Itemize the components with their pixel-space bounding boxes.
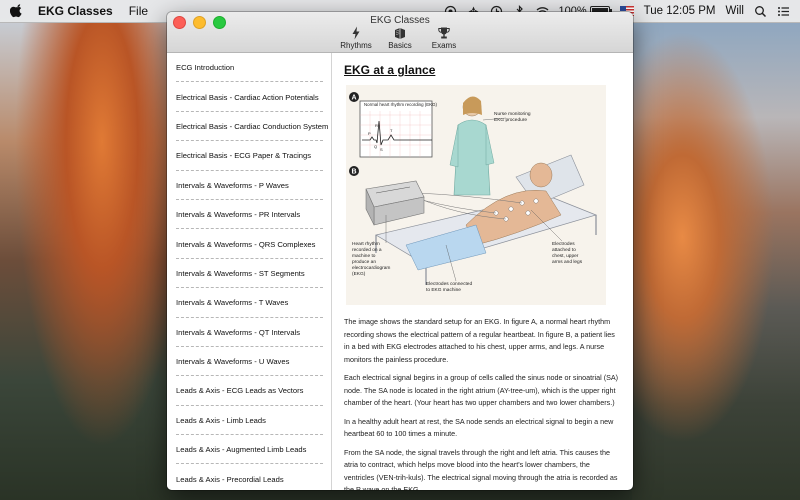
list-item-label: Intervals & Waveforms - QT Intervals bbox=[176, 327, 301, 337]
body-paragraph: Each electrical signal begins in a group… bbox=[344, 373, 619, 407]
menubar-app-name[interactable]: EKG Classes bbox=[38, 4, 113, 18]
list-item[interactable]: Leads & Axis - Precordial Leads bbox=[167, 464, 331, 490]
list-item[interactable]: Intervals & Waveforms - ST Segments bbox=[167, 259, 331, 289]
list-item-label: Electrical Basis - Cardiac Conduction Sy… bbox=[176, 121, 329, 131]
lesson-content[interactable]: EKG at a glance A Normal heart rhythm re… bbox=[332, 53, 633, 490]
list-item-label: Intervals & Waveforms - QRS Complexes bbox=[176, 239, 316, 249]
lightning-icon bbox=[352, 26, 360, 40]
list-item[interactable]: Leads & Axis - ECG Leads as Vectors bbox=[167, 376, 331, 407]
lesson-heading: EKG at a glance bbox=[344, 63, 436, 77]
list-item-label: Intervals & Waveforms - U Waves bbox=[176, 357, 290, 367]
spotlight-search-icon[interactable] bbox=[754, 5, 767, 18]
list-item-label: Intervals & Waveforms - T Waves bbox=[176, 298, 289, 308]
toolbar-exams-button[interactable]: Exams bbox=[428, 26, 460, 50]
list-item-label: Leads & Axis - ECG Leads as Vectors bbox=[176, 386, 304, 396]
list-item[interactable]: Intervals & Waveforms - QT Intervals bbox=[167, 318, 331, 348]
apple-menu-icon[interactable] bbox=[10, 4, 24, 18]
list-item-label: Intervals & Waveforms - ST Segments bbox=[176, 268, 305, 278]
window-titlebar[interactable]: EKG Classes Rhythms Basics Exams bbox=[167, 12, 633, 53]
figure-normal-rhythm-label: Normal heart rhythm recording (EKG) bbox=[364, 102, 437, 107]
toolbar-basics-button[interactable]: Basics bbox=[384, 26, 416, 50]
figure-normal-rhythm-text: Normal heart rhythm recording (EKG) bbox=[364, 102, 437, 107]
window-title: EKG Classes bbox=[370, 15, 430, 26]
list-item[interactable]: Electrical Basis - Cardiac Conduction Sy… bbox=[167, 112, 331, 142]
list-item[interactable]: ECG Introduction bbox=[167, 53, 331, 83]
menubar-clock[interactable]: Tue 12:05 PM bbox=[644, 5, 716, 17]
list-item-label: Leads & Axis - Limb Leads bbox=[176, 415, 266, 425]
body-paragraph: The image shows the standard setup for a… bbox=[344, 317, 615, 364]
list-item-label: Electrical Basis - ECG Paper & Tracings bbox=[176, 151, 312, 161]
list-item-label: Intervals & Waveforms - PR Intervals bbox=[176, 210, 301, 220]
list-item-label: Leads & Axis - Precordial Leads bbox=[176, 474, 284, 484]
ekg-illustration: A Normal heart rhythm recording (EKG) R … bbox=[346, 85, 606, 305]
app-window: EKG Classes Rhythms Basics Exams ECG Int… bbox=[167, 12, 633, 490]
toolbar-rhythms-button[interactable]: Rhythms bbox=[340, 26, 372, 50]
toolbar-exams-label: Exams bbox=[431, 41, 457, 50]
ecg-s-label: S bbox=[380, 147, 383, 152]
toolbar-basics-label: Basics bbox=[388, 41, 412, 50]
figure-label-b: B bbox=[351, 169, 356, 176]
list-item-label: Leads & Axis - Augmented Limb Leads bbox=[176, 445, 307, 455]
book-icon bbox=[395, 28, 405, 39]
toolbar-rhythms-label: Rhythms bbox=[340, 41, 372, 50]
desktop-background-left bbox=[0, 22, 170, 500]
menubar-user[interactable]: Will bbox=[725, 5, 744, 17]
list-item[interactable]: Intervals & Waveforms - PR Intervals bbox=[167, 200, 331, 230]
ecg-q-label: Q bbox=[374, 144, 377, 149]
body-paragraph: In a healthy adult heart at rest, the SA… bbox=[344, 416, 614, 439]
lesson-list[interactable]: ECG Introduction Electrical Basis - Card… bbox=[167, 53, 332, 490]
list-item[interactable]: Leads & Axis - Augmented Limb Leads bbox=[167, 435, 331, 465]
trophy-icon bbox=[438, 27, 450, 39]
list-item[interactable]: Intervals & Waveforms - P Waves bbox=[167, 171, 331, 201]
list-item[interactable]: Leads & Axis - Limb Leads bbox=[167, 406, 331, 436]
notification-center-icon[interactable] bbox=[777, 5, 790, 18]
list-item[interactable]: Intervals & Waveforms - U Waves bbox=[167, 347, 331, 377]
toolbar: Rhythms Basics Exams bbox=[167, 26, 633, 50]
ecg-p-label: P bbox=[368, 131, 371, 136]
body-paragraph: From the SA node, the signal travels thr… bbox=[344, 447, 618, 491]
list-item[interactable]: Intervals & Waveforms - T Waves bbox=[167, 288, 331, 318]
list-item-label: Electrical Basis - Cardiac Action Potent… bbox=[176, 92, 319, 102]
figure-label-a: A bbox=[351, 95, 356, 102]
ecg-r-label: R bbox=[375, 123, 378, 128]
menu-file[interactable]: File bbox=[129, 4, 148, 18]
desktop-background-right bbox=[632, 22, 800, 500]
list-item-label: Intervals & Waveforms - P Waves bbox=[176, 180, 289, 190]
list-item-label: ECG Introduction bbox=[176, 63, 235, 73]
list-item[interactable]: Electrical Basis - Cardiac Action Potent… bbox=[167, 82, 331, 113]
list-item[interactable]: Electrical Basis - ECG Paper & Tracings bbox=[167, 141, 331, 171]
list-item[interactable]: Intervals & Waveforms - QRS Complexes bbox=[167, 229, 331, 260]
